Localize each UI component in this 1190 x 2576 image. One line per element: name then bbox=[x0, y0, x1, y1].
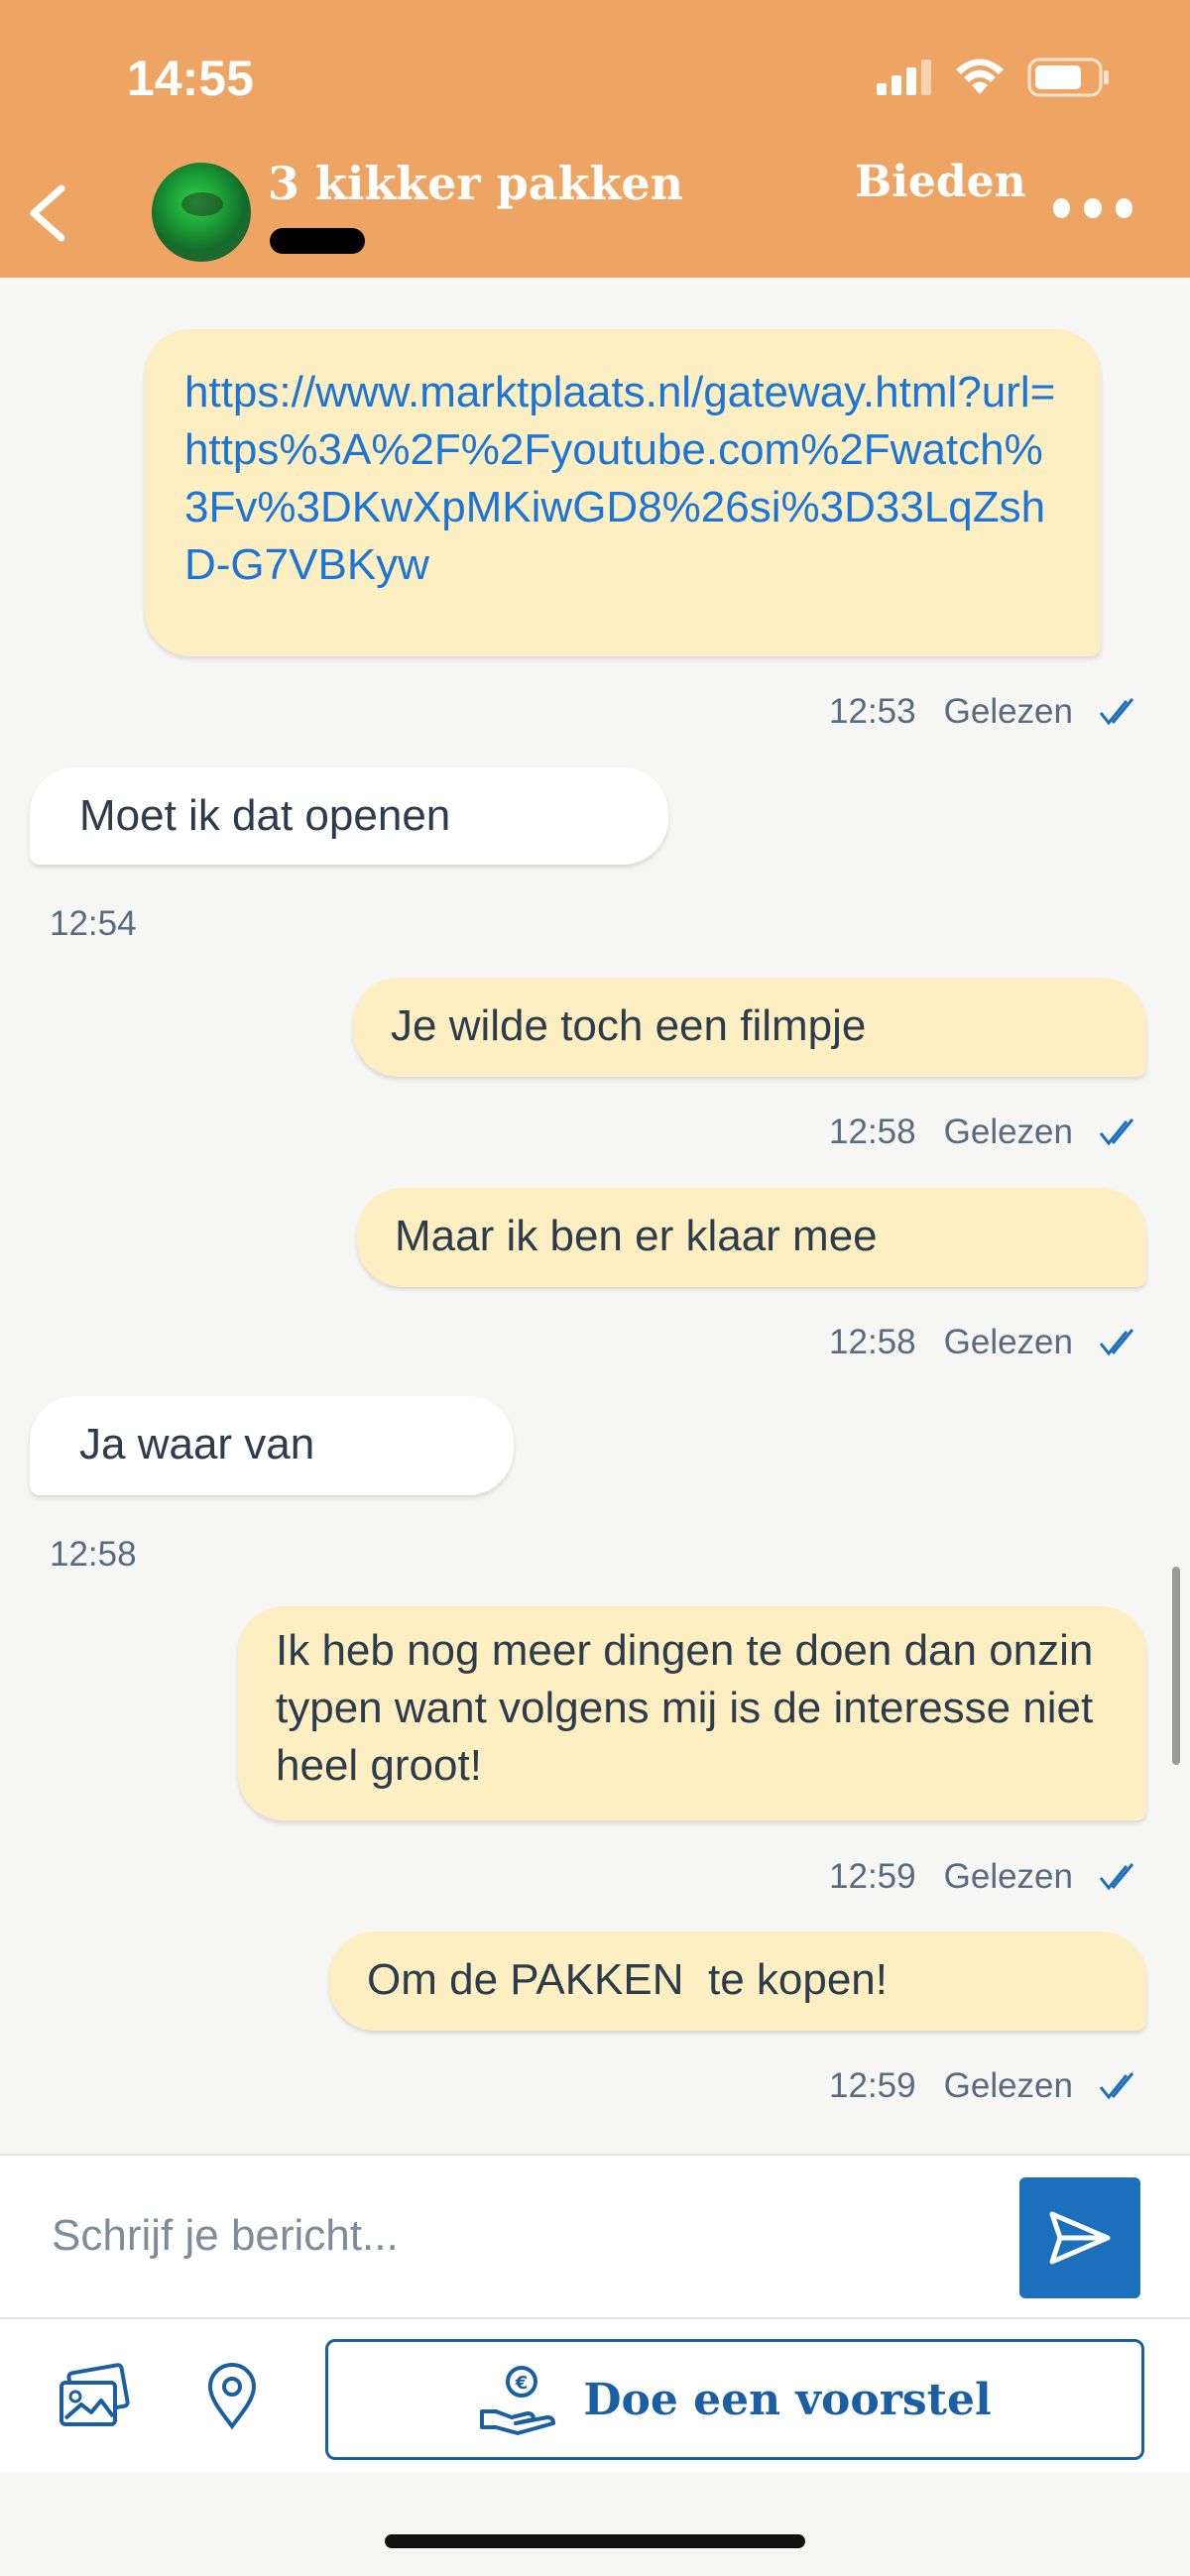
send-icon bbox=[1049, 2211, 1111, 2265]
scrollbar[interactable] bbox=[1172, 1567, 1180, 1765]
battery-icon bbox=[1027, 58, 1109, 97]
message-bubble-incoming[interactable]: Ja waar van bbox=[30, 1396, 514, 1495]
message-bubble-outgoing[interactable]: https://www.marktplaats.nl/gateway.html?… bbox=[145, 329, 1101, 656]
message-meta: 12:59 Gelezen bbox=[829, 2066, 1140, 2106]
status-icons bbox=[877, 58, 1111, 97]
message-bubble-outgoing[interactable]: Ik heb nog meer dingen te doen dan onzin… bbox=[238, 1606, 1146, 1820]
status-time: 14:55 bbox=[127, 51, 254, 106]
read-status: Gelezen bbox=[943, 2066, 1073, 2105]
message-meta: 12:58 Gelezen bbox=[829, 1112, 1140, 1152]
message-time: 12:58 bbox=[829, 1323, 916, 1361]
read-status: Gelezen bbox=[943, 692, 1073, 731]
photos-icon bbox=[60, 2363, 130, 2426]
message-text: Moet ik dat openen bbox=[79, 791, 451, 840]
message-list[interactable]: https://www.marktplaats.nl/gateway.html?… bbox=[0, 278, 1190, 2152]
message-bubble-outgoing[interactable]: Maar ik ben er klaar mee bbox=[357, 1188, 1146, 1287]
message-meta: 12:53 Gelezen bbox=[829, 692, 1140, 732]
message-text: Maar ik ben er klaar mee bbox=[395, 1212, 878, 1260]
message-meta: 12:59 Gelezen bbox=[829, 1857, 1140, 1897]
double-check-icon bbox=[1099, 1329, 1134, 1356]
message-text: Om de PAKKEN te kopen! bbox=[367, 1955, 888, 2004]
action-bar: € Doe een voorstel bbox=[0, 2317, 1190, 2474]
location-button[interactable] bbox=[194, 2357, 270, 2432]
back-arrow-icon bbox=[30, 184, 65, 242]
svg-text:€: € bbox=[515, 2373, 529, 2394]
message-time: 12:58 bbox=[829, 1112, 916, 1151]
message-meta: 12:58 Gelezen bbox=[829, 1323, 1140, 1362]
location-pin-icon bbox=[207, 2363, 257, 2430]
nav-bar: 3 kikker pakken Bieden bbox=[0, 149, 1190, 278]
photos-button[interactable] bbox=[56, 2359, 131, 2434]
more-icon bbox=[1053, 198, 1071, 218]
redacted-subtitle bbox=[270, 228, 365, 254]
make-offer-button[interactable]: € Doe een voorstel bbox=[325, 2339, 1144, 2460]
make-offer-label: Doe een voorstel bbox=[583, 2374, 992, 2425]
read-status: Gelezen bbox=[943, 1323, 1073, 1361]
message-time: 12:59 bbox=[829, 2066, 916, 2105]
bottom-safe-area bbox=[0, 2472, 1190, 2576]
read-status: Gelezen bbox=[943, 1112, 1073, 1151]
message-time: 12:53 bbox=[829, 692, 916, 731]
chat-title[interactable]: 3 kikker pakken bbox=[268, 157, 683, 210]
message-bubble-outgoing[interactable]: Je wilde toch een filmpje bbox=[353, 978, 1146, 1077]
message-input[interactable] bbox=[50, 2185, 986, 2286]
message-text: Je wilde toch een filmpje bbox=[391, 1001, 867, 1050]
message-text: Ik heb nog meer dingen te doen dan onzin… bbox=[276, 1626, 1106, 1790]
message-bubble-outgoing[interactable]: Om de PAKKEN te kopen! bbox=[329, 1932, 1146, 2031]
message-link[interactable]: https://www.marktplaats.nl/gateway.html?… bbox=[184, 368, 1055, 589]
double-check-icon bbox=[1099, 1118, 1134, 1146]
double-check-icon bbox=[1099, 2072, 1134, 2100]
message-bubble-incoming[interactable]: Moet ik dat openen bbox=[30, 767, 668, 865]
double-check-icon bbox=[1099, 1863, 1134, 1891]
more-button[interactable] bbox=[1053, 198, 1132, 224]
double-check-icon bbox=[1099, 698, 1134, 726]
send-button[interactable] bbox=[1019, 2177, 1140, 2298]
bid-button[interactable]: Bieden bbox=[855, 157, 1026, 207]
composer bbox=[0, 2154, 1190, 2319]
back-button[interactable] bbox=[18, 178, 77, 248]
wifi-icon bbox=[956, 59, 1004, 94]
message-time: 12:54 bbox=[50, 904, 137, 943]
avatar[interactable] bbox=[152, 163, 251, 262]
chat-header: 14:55 3 kikker pakken Bieden bbox=[0, 0, 1190, 278]
home-indicator[interactable] bbox=[385, 2534, 805, 2548]
euro-hand-icon: € bbox=[480, 2366, 556, 2435]
signal-icon bbox=[877, 59, 931, 95]
message-time: 12:58 bbox=[50, 1535, 137, 1574]
read-status: Gelezen bbox=[943, 1857, 1073, 1896]
message-text: Ja waar van bbox=[79, 1420, 315, 1468]
message-time: 12:59 bbox=[829, 1857, 916, 1896]
